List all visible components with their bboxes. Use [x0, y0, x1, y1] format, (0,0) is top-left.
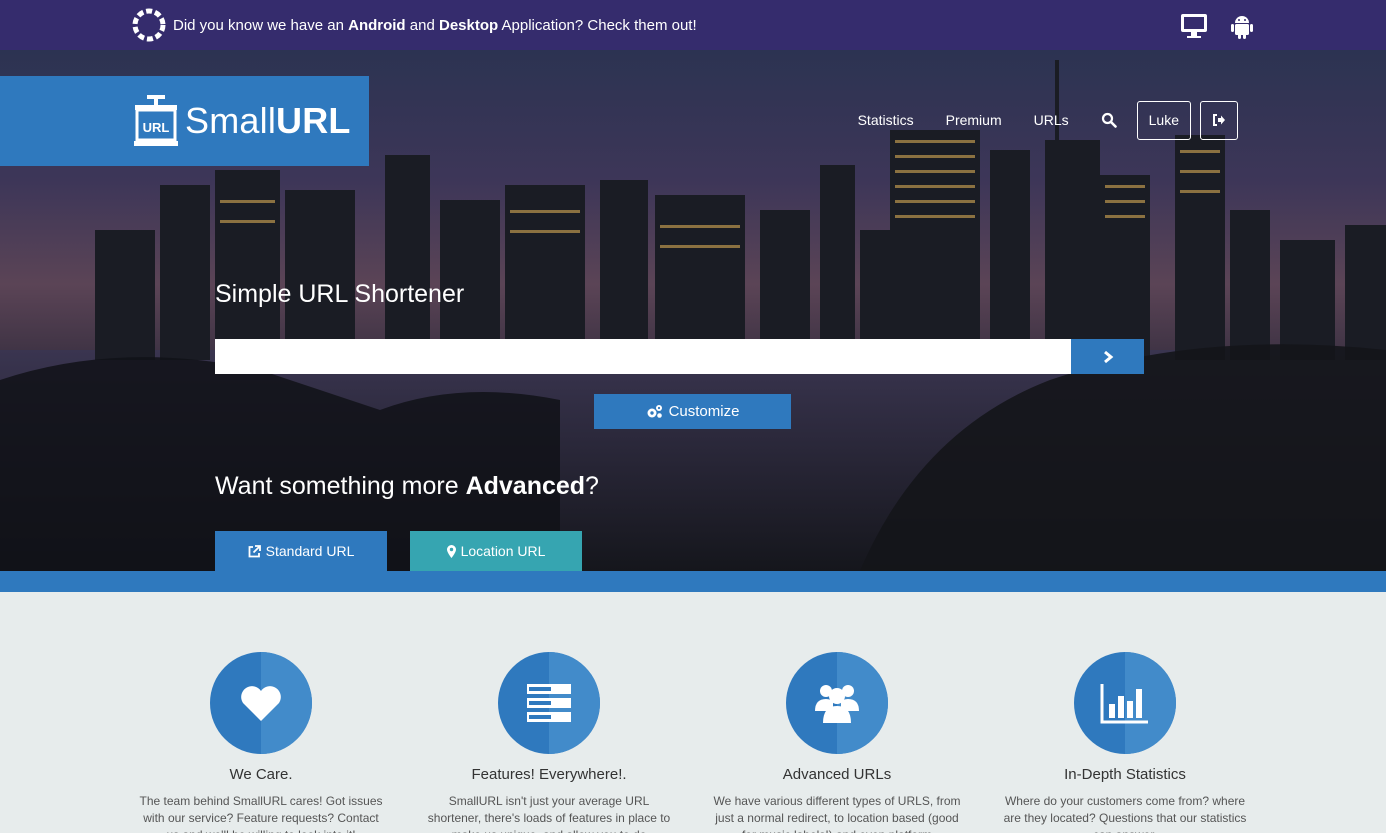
- feature-advanced-urls: Advanced URLs We have various different …: [707, 652, 967, 833]
- logo-small-text: Small: [185, 100, 277, 141]
- hero-section: URL SmallURL Statistics Premium URLs Luk…: [0, 50, 1386, 571]
- features-section: We Care. The team behind SmallURL cares!…: [0, 592, 1386, 833]
- standard-url-label: Standard URL: [265, 543, 355, 559]
- app-announcement-bar: Did you know we have an Android and Desk…: [0, 0, 1386, 50]
- feature-title: Advanced URLs: [782, 766, 892, 783]
- android-link-text[interactable]: Android: [348, 17, 406, 34]
- desktop-icon[interactable]: [1180, 12, 1208, 40]
- feature-text: Where do your customers come from? where…: [1003, 794, 1247, 833]
- bar-chart-icon: [1100, 684, 1148, 724]
- feature-text: We have various different types of URLS,…: [713, 794, 961, 833]
- location-url-tab[interactable]: Location URL: [410, 531, 582, 571]
- smallurl-ring-icon: [132, 8, 166, 42]
- sign-out-icon: [1213, 114, 1225, 126]
- location-url-label: Location URL: [460, 543, 546, 559]
- customize-button[interactable]: Customize: [594, 394, 791, 429]
- android-icon[interactable]: [1228, 12, 1256, 40]
- announcement-prefix: Did you know we have an: [173, 16, 349, 34]
- logo-url-text: URL: [276, 100, 351, 141]
- cogs-icon: [647, 405, 662, 418]
- url-badge-icon: URL: [134, 95, 178, 146]
- chevron-right-icon: [1103, 350, 1113, 363]
- users-icon: [815, 685, 859, 723]
- logout-button[interactable]: [1200, 100, 1238, 140]
- svg-text:URL: URL: [143, 120, 170, 135]
- shorten-submit-button[interactable]: [1071, 339, 1144, 374]
- feature-statistics: In-Depth Statistics Where do your custom…: [995, 652, 1255, 833]
- url-input[interactable]: [215, 339, 1072, 374]
- nav-urls[interactable]: URLs: [1034, 112, 1069, 128]
- app-download-links: [1180, 12, 1256, 40]
- feature-title: We Care.: [229, 766, 293, 783]
- heart-icon: [241, 686, 281, 721]
- advanced-heading: Want something more Advanced?: [215, 472, 599, 500]
- feature-everywhere: Features! Everywhere!. SmallURL isn't ju…: [419, 652, 679, 833]
- standard-url-tab[interactable]: Standard URL: [215, 531, 387, 571]
- map-marker-icon: [446, 544, 456, 558]
- hero-title: Simple URL Shortener: [215, 280, 465, 308]
- user-name: Luke: [1148, 112, 1179, 128]
- feature-text: SmallURL isn't just your average URL sho…: [427, 794, 671, 833]
- section-divider: [0, 571, 1386, 592]
- nav-statistics[interactable]: Statistics: [858, 112, 914, 128]
- external-link-icon: [248, 544, 261, 557]
- customize-label: Customize: [668, 403, 740, 420]
- feature-title: In-Depth Statistics: [1064, 766, 1186, 783]
- main-nav: Statistics Premium URLs Luke: [826, 100, 1238, 140]
- desktop-link-text[interactable]: Desktop: [439, 17, 498, 34]
- feature-text: The team behind SmallURL cares! Got issu…: [139, 794, 383, 833]
- smallurl-logo[interactable]: URL SmallURL: [0, 76, 369, 166]
- server-icon: [527, 684, 571, 722]
- user-account-button[interactable]: Luke: [1136, 100, 1191, 140]
- feature-we-care: We Care. The team behind SmallURL cares!…: [131, 652, 391, 833]
- nav-premium[interactable]: Premium: [946, 112, 1002, 128]
- app-announcement: Did you know we have an Android and Desk…: [131, 0, 697, 50]
- search-icon[interactable]: [1101, 112, 1117, 128]
- feature-title: Features! Everywhere!.: [471, 766, 627, 783]
